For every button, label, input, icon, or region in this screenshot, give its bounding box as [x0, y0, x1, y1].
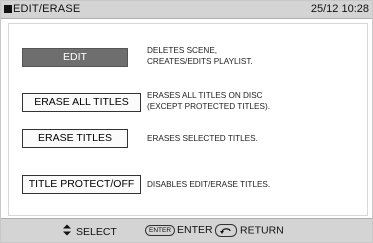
erase-all-description-line: (EXCEPT PROTECTED TITLES). [147, 102, 270, 111]
return-label: RETURN [240, 224, 284, 237]
edit-description-line: CREATES/EDITS PLAYLIST. [147, 57, 253, 66]
edit-button[interactable]: EDIT [22, 48, 128, 67]
edit-erase-screen: EDIT/ERASE 25/12 10:28 EDIT DELETES SCEN… [0, 0, 373, 243]
title-bar: EDIT/ERASE 25/12 10:28 [1, 1, 372, 19]
enter-hint: ENTER ENTER [145, 224, 213, 236]
title-protect-button[interactable]: TITLE PROTECT/OFF [22, 175, 141, 194]
erase-titles-description-line: ERASES SELECTED TITLES. [147, 134, 258, 143]
erase-titles-description: ERASES SELECTED TITLES. [147, 133, 258, 144]
select-label: SELECT [76, 226, 117, 238]
edit-description-line: DELETES SCENE, [147, 46, 218, 55]
menu-panel: EDIT DELETES SCENE, CREATES/EDITS PLAYLI… [8, 23, 368, 216]
erase-titles-button[interactable]: ERASE TITLES [22, 129, 128, 148]
title-marker-icon [4, 5, 12, 13]
title-protect-description-line: DISABLES EDIT/ERASE TITLES. [147, 180, 271, 189]
select-hint: SELECT [63, 224, 117, 238]
clock-display: 25/12 10:28 [310, 3, 369, 15]
return-button-icon [215, 224, 237, 237]
button-guide-bar: SELECT ENTER ENTER RETURN [1, 218, 372, 242]
screen-title: EDIT/ERASE [13, 3, 81, 15]
erase-all-description-line: ERASES ALL TITLES ON DISC [147, 91, 263, 100]
enter-button-icon: ENTER [145, 224, 176, 236]
erase-all-titles-description: ERASES ALL TITLES ON DISC (EXCEPT PROTEC… [147, 90, 270, 112]
erase-all-titles-button[interactable]: ERASE ALL TITLES [22, 93, 141, 112]
edit-description: DELETES SCENE, CREATES/EDITS PLAYLIST. [147, 45, 253, 67]
up-down-arrows-icon [63, 224, 71, 236]
return-hint: RETURN [215, 224, 284, 237]
enter-label: ENTER [177, 224, 213, 236]
title-protect-description: DISABLES EDIT/ERASE TITLES. [147, 179, 270, 190]
